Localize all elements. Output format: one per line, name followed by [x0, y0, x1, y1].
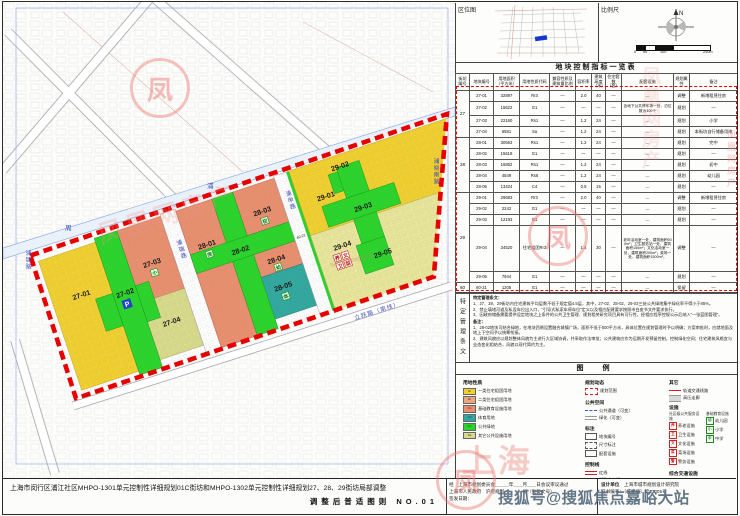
plan-sheet: 周 浦 塘	[0, 0, 740, 516]
adjustment-scope-dashed-box	[456, 86, 737, 291]
